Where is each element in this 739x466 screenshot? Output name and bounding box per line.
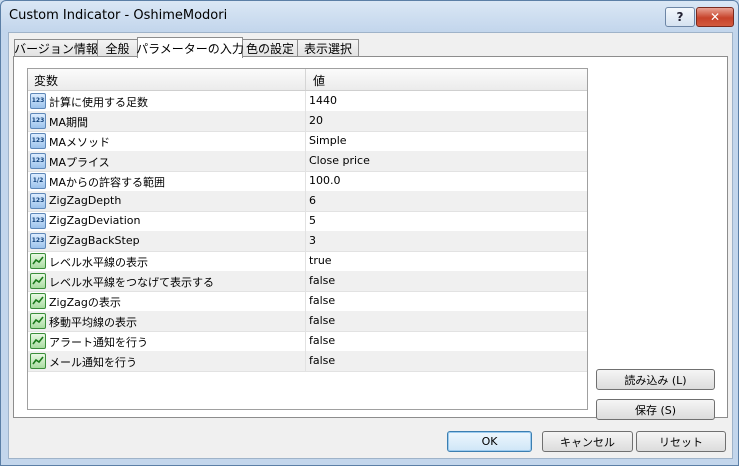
table-row[interactable]: 123 ZigZagBackStep 3 xyxy=(28,231,587,252)
ok-button[interactable]: OK xyxy=(447,431,532,452)
table-row[interactable]: ZigZagの表示 false xyxy=(28,291,587,312)
dialog-window: Custom Indicator - OshimeModori ? ✕ バージョ… xyxy=(0,0,739,466)
parameter-value[interactable]: 1440 xyxy=(309,94,337,107)
parameter-value[interactable]: 6 xyxy=(309,194,316,207)
table-row[interactable]: レベル水平線をつなげて表示する false xyxy=(28,271,587,292)
parameter-value[interactable]: false xyxy=(309,334,335,347)
cell-divider xyxy=(305,351,306,371)
parameter-name: アラート通知を行う xyxy=(49,336,148,349)
close-button[interactable]: ✕ xyxy=(696,7,734,27)
parameter-value[interactable]: false xyxy=(309,354,335,367)
cell-divider xyxy=(305,251,306,271)
boolean-type-icon xyxy=(30,353,46,369)
header-value[interactable]: 値 xyxy=(313,72,325,89)
parameter-name: メール通知を行う xyxy=(49,356,137,369)
dialog-client: バージョン情報 全般 パラメーターの入力 色の設定 表示選択 変数 値 123 計… xyxy=(8,32,733,459)
cell-divider xyxy=(305,331,306,351)
tab-version-info[interactable]: バージョン情報 xyxy=(14,39,98,57)
boolean-type-icon xyxy=(30,293,46,309)
cell-divider xyxy=(305,151,306,171)
boolean-type-icon xyxy=(30,313,46,329)
parameter-value[interactable]: false xyxy=(309,314,335,327)
parameter-name: 移動平均線の表示 xyxy=(49,316,137,329)
parameter-value[interactable]: 20 xyxy=(309,114,323,127)
tab-colors[interactable]: 色の設定 xyxy=(242,39,298,57)
parameter-value[interactable]: true xyxy=(309,254,332,267)
title-bar[interactable]: Custom Indicator - OshimeModori ? ✕ xyxy=(1,1,738,31)
cell-divider xyxy=(305,271,306,291)
help-button[interactable]: ? xyxy=(665,7,695,27)
parameter-name: MA期間 xyxy=(49,116,89,129)
boolean-type-icon xyxy=(30,273,46,289)
cell-divider xyxy=(305,191,306,211)
parameter-name: レベル水平線の表示 xyxy=(49,256,148,269)
table-row[interactable]: レベル水平線の表示 true xyxy=(28,251,587,272)
table-row[interactable]: 123 ZigZagDepth 6 xyxy=(28,191,587,212)
help-icon: ? xyxy=(676,10,684,24)
cell-divider xyxy=(305,91,306,111)
integer-type-icon: 123 xyxy=(30,213,46,229)
table-row[interactable]: 123 計算に使用する足数 1440 xyxy=(28,91,587,112)
cancel-button[interactable]: キャンセル xyxy=(542,431,633,452)
integer-type-icon: 123 xyxy=(30,133,46,149)
parameter-name: 計算に使用する足数 xyxy=(49,96,148,109)
parameter-name: ZigZagの表示 xyxy=(49,296,121,309)
tab-input-parameters[interactable]: パラメーターの入力 xyxy=(136,37,244,58)
cell-divider xyxy=(305,211,306,231)
table-row[interactable]: 1/2 MAからの許容する範囲 100.0 xyxy=(28,171,587,192)
table-row[interactable]: 123 MA期間 20 xyxy=(28,111,587,132)
integer-type-icon: 123 xyxy=(30,193,46,209)
table-row[interactable]: 123 ZigZagDeviation 5 xyxy=(28,211,587,232)
parameter-name: ZigZagDepth xyxy=(49,194,122,207)
table-row[interactable]: 123 MAプライス Close price xyxy=(28,151,587,172)
parameter-name: MAプライス xyxy=(49,156,110,169)
parameter-name: ZigZagDeviation xyxy=(49,214,141,227)
reset-button[interactable]: リセット xyxy=(636,431,726,452)
parameters-grid: 変数 値 123 計算に使用する足数 1440 123 MA期間 20 123 MAメソッド S… xyxy=(27,68,588,410)
parameter-name: MAメソッド xyxy=(49,136,111,149)
parameter-name: レベル水平線をつなげて表示する xyxy=(49,276,214,289)
parameter-value[interactable]: 5 xyxy=(309,214,316,227)
parameters-panel: 変数 値 123 計算に使用する足数 1440 123 MA期間 20 123 MAメソッド S… xyxy=(13,56,728,420)
cell-divider xyxy=(305,131,306,151)
close-icon: ✕ xyxy=(709,10,721,24)
cell-divider xyxy=(305,291,306,311)
table-row[interactable]: メール通知を行う false xyxy=(28,351,587,372)
save-button[interactable]: 保存 (S) xyxy=(596,399,715,420)
double-type-icon: 1/2 xyxy=(30,173,46,189)
parameter-value[interactable]: false xyxy=(309,274,335,287)
parameter-name: MAからの許容する範囲 xyxy=(49,176,166,189)
parameter-value[interactable]: 3 xyxy=(309,234,316,247)
cell-divider xyxy=(305,171,306,191)
table-row[interactable]: 移動平均線の表示 false xyxy=(28,311,587,332)
boolean-type-icon xyxy=(30,333,46,349)
cell-divider xyxy=(305,311,306,331)
parameter-value[interactable]: Simple xyxy=(309,134,347,147)
tab-visualization[interactable]: 表示選択 xyxy=(297,39,359,57)
tab-general[interactable]: 全般 xyxy=(97,39,138,57)
integer-type-icon: 123 xyxy=(30,233,46,249)
integer-type-icon: 123 xyxy=(30,113,46,129)
parameter-value[interactable]: 100.0 xyxy=(309,174,341,187)
load-button[interactable]: 読み込み (L) xyxy=(596,369,715,390)
window-title: Custom Indicator - OshimeModori xyxy=(9,8,228,23)
parameter-value[interactable]: false xyxy=(309,294,335,307)
integer-type-icon: 123 xyxy=(30,93,46,109)
header-variable[interactable]: 変数 xyxy=(34,72,58,89)
parameter-name: ZigZagBackStep xyxy=(49,234,140,247)
table-row[interactable]: 123 MAメソッド Simple xyxy=(28,131,587,152)
column-divider[interactable] xyxy=(305,69,306,90)
grid-header: 変数 値 xyxy=(28,69,587,91)
cell-divider xyxy=(305,231,306,251)
cell-divider xyxy=(305,111,306,131)
boolean-type-icon xyxy=(30,253,46,269)
parameter-value[interactable]: Close price xyxy=(309,154,370,167)
table-row[interactable]: アラート通知を行う false xyxy=(28,331,587,352)
integer-type-icon: 123 xyxy=(30,153,46,169)
